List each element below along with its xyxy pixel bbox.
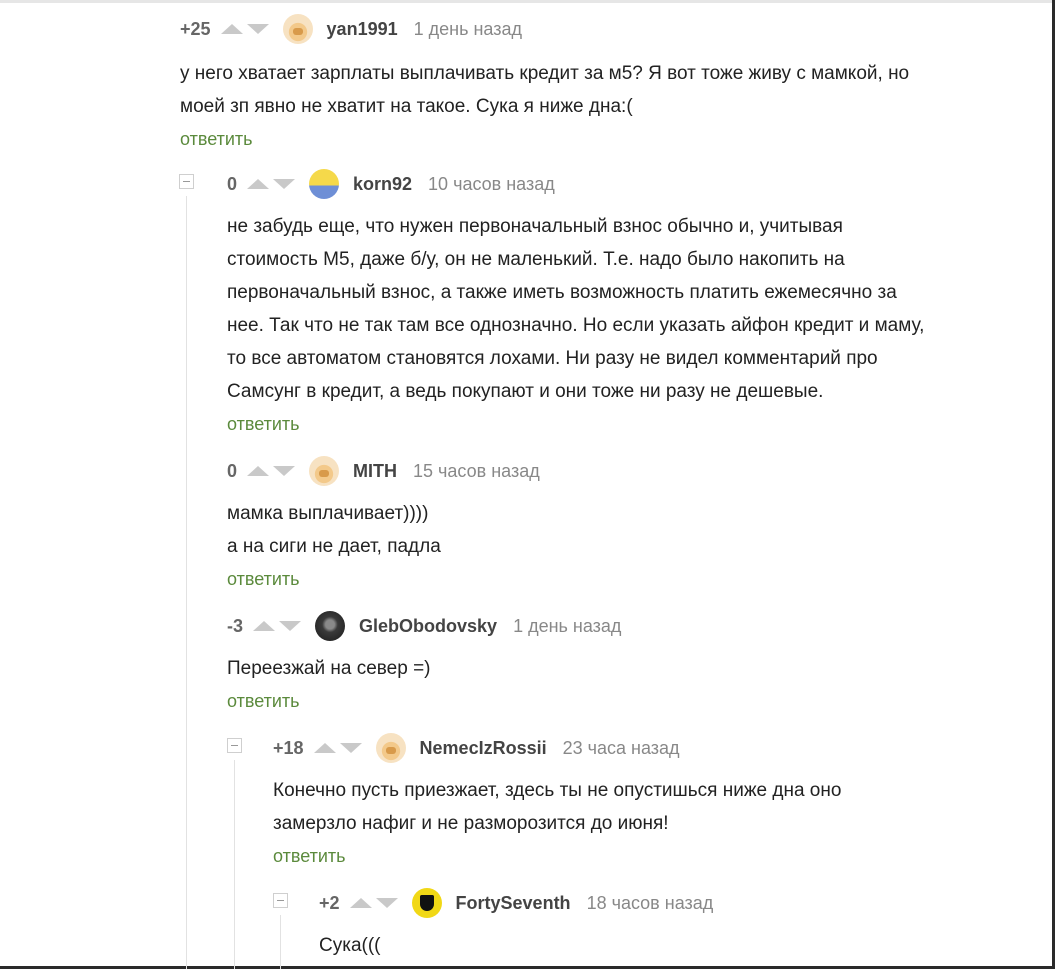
comment-text: у него хватает зарплаты выплачивать кред… <box>180 57 909 123</box>
upvote-icon[interactable] <box>247 179 270 189</box>
timestamp[interactable]: 10 часов назад <box>428 174 555 195</box>
upvote-icon[interactable] <box>349 898 372 908</box>
comment-line: моей зп явно не хватит на такое. Сука я … <box>180 96 633 117</box>
comment: -3 GlebObodovsky 1 день назад Переезжай … <box>227 611 621 712</box>
default-avatar-icon[interactable] <box>282 14 313 44</box>
reply-link[interactable]: ответить <box>180 129 253 150</box>
vote-controls <box>253 621 302 631</box>
dark-avatar-icon[interactable] <box>315 611 346 641</box>
timestamp[interactable]: 18 часов назад <box>587 893 714 914</box>
reply-link[interactable]: ответить <box>227 569 300 590</box>
comment-line: Конечно пусть приезжает, здесь ты не опу… <box>273 780 842 801</box>
rating: 0 <box>227 173 238 194</box>
vote-controls <box>349 898 398 908</box>
comment-line: Сука((( <box>319 935 381 956</box>
comment-line: Переезжай на север =) <box>227 658 431 679</box>
rating: +2 <box>319 892 340 913</box>
default-avatar-icon[interactable] <box>375 733 406 763</box>
reply-link[interactable]: ответить <box>273 846 346 867</box>
comment-text: не забудь еще, что нужен первоначальный … <box>227 210 924 408</box>
collapse-toggle-nemeclzrossii[interactable] <box>227 738 242 753</box>
vote-controls <box>313 743 362 753</box>
thread-line <box>280 915 281 969</box>
thread-line <box>186 196 187 969</box>
timestamp[interactable]: 1 день назад <box>414 19 522 40</box>
username[interactable]: GlebObodovsky <box>359 616 497 637</box>
upvote-icon[interactable] <box>220 24 243 34</box>
downvote-icon[interactable] <box>339 743 362 753</box>
comment-header: +25 yan1991 1 день назад <box>180 14 909 44</box>
reply-link[interactable]: ответить <box>227 414 300 435</box>
comment-line: а на сиги не дает, падла <box>227 536 441 557</box>
downvote-icon[interactable] <box>246 24 269 34</box>
username[interactable]: MITH <box>353 461 397 482</box>
username[interactable]: NemecIzRossii <box>420 738 547 759</box>
comment-line: нее. Так что не так там все однозначно. … <box>227 315 925 336</box>
vote-controls <box>247 179 296 189</box>
comment-line: стоимость М5, даже б/у, он не маленький.… <box>227 249 845 270</box>
rating: 0 <box>227 460 238 481</box>
reply-link[interactable]: ответить <box>227 691 300 712</box>
comment-header: -3 GlebObodovsky 1 день назад <box>227 611 621 641</box>
comment-line: не забудь еще, что нужен первоначальный … <box>227 216 843 237</box>
comment-line: замерзло нафиг и не разморозится до июня… <box>273 813 669 834</box>
comment: +18 NemecIzRossii 23 часа назад Конечно … <box>273 733 841 867</box>
comment-line: у него хватает зарплаты выплачивать кред… <box>180 63 910 84</box>
comment-header: 0 MITH 15 часов назад <box>227 456 540 486</box>
timestamp[interactable]: 15 часов назад <box>413 461 540 482</box>
simpson-avatar-icon[interactable] <box>309 169 340 199</box>
comment: 0 MITH 15 часов назад мамка выплачивает)… <box>227 456 540 590</box>
comment: 0 korn92 10 часов назад не забудь еще, ч… <box>227 169 924 435</box>
comment: +25 yan1991 1 день назад у него хватает … <box>180 14 909 150</box>
comment-text: Конечно пусть приезжает, здесь ты не опу… <box>273 774 841 840</box>
timestamp[interactable]: 23 часа назад <box>563 738 680 759</box>
collapse-toggle-fortyseventh[interactable] <box>273 893 288 908</box>
rating: -3 <box>227 615 244 636</box>
username[interactable]: yan1991 <box>327 19 398 40</box>
comment-line: то все автоматом становятся лохами. Ни р… <box>227 348 878 369</box>
comment-text: Сука((( <box>319 929 713 962</box>
upvote-icon[interactable] <box>253 621 276 631</box>
comment-line: мамка выплачивает)))) <box>227 503 429 524</box>
comment: +2 FortySeventh 18 часов назад Сука((( <box>319 888 714 962</box>
downvote-icon[interactable] <box>375 898 398 908</box>
top-border <box>0 0 1055 3</box>
upvote-icon[interactable] <box>313 743 336 753</box>
username[interactable]: korn92 <box>353 174 412 195</box>
comment-line: Самсунг в кредит, а ведь покупают и они … <box>227 381 824 402</box>
comment-text: мамка выплачивает)))) а на сиги не дает,… <box>227 497 540 563</box>
wutang-avatar-icon[interactable] <box>411 888 442 918</box>
thread-line <box>234 760 235 969</box>
collapse-toggle-korn92[interactable] <box>179 174 194 189</box>
vote-controls <box>247 466 296 476</box>
default-avatar-icon[interactable] <box>309 456 340 486</box>
upvote-icon[interactable] <box>247 466 270 476</box>
comment-header: +18 NemecIzRossii 23 часа назад <box>273 733 841 763</box>
comment-header: +2 FortySeventh 18 часов назад <box>319 888 714 918</box>
comment-header: 0 korn92 10 часов назад <box>227 169 924 199</box>
comment-text: Переезжай на север =) <box>227 652 621 685</box>
vote-controls <box>220 24 269 34</box>
rating: +18 <box>273 737 304 758</box>
rating: +25 <box>180 18 211 39</box>
comment-line: первоначальный взнос, а также иметь возм… <box>227 282 897 303</box>
downvote-icon[interactable] <box>279 621 302 631</box>
downvote-icon[interactable] <box>273 179 296 189</box>
timestamp[interactable]: 1 день назад <box>513 616 621 637</box>
username[interactable]: FortySeventh <box>456 893 571 914</box>
downvote-icon[interactable] <box>273 466 296 476</box>
